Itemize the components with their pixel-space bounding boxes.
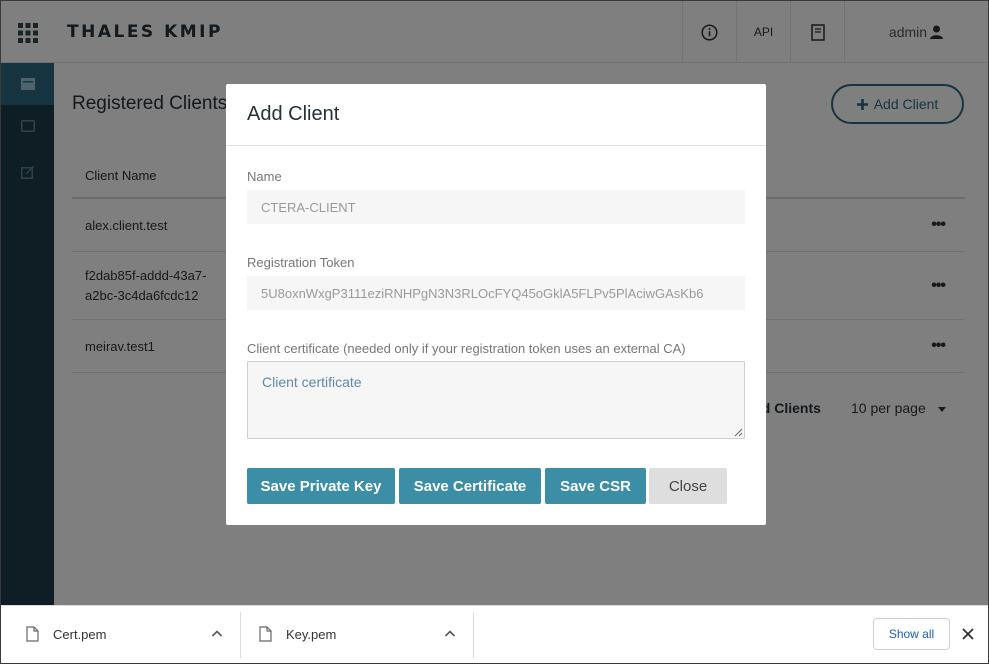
close-button[interactable]: Close [649,468,727,504]
resize-handle-icon[interactable] [734,428,743,437]
download-item-key[interactable]: Key.pem [241,606,473,664]
close-icon[interactable] [961,627,975,641]
download-divider [473,612,474,658]
save-certificate-button[interactable]: Save Certificate [399,468,541,504]
downloads-bar: Cert.pem Key.pem Show all [1,605,988,663]
download-file-name: Key.pem [286,627,337,642]
registration-token-field[interactable]: 5U8oxnWxgP3111eziRNHPgN3N3RLOcFYQ45oGklA… [247,276,745,310]
client-certificate-input[interactable] [247,361,745,439]
name-label: Name [247,169,282,184]
dialog-title: Add Client [247,103,340,125]
dialog-header: Add Client [226,84,766,146]
chevron-up-icon[interactable] [444,628,456,640]
show-all-button[interactable]: Show all [873,618,950,650]
save-csr-button[interactable]: Save CSR [545,468,646,504]
save-private-key-button[interactable]: Save Private Key [247,468,395,504]
registration-token-label: Registration Token [247,255,355,270]
download-item-cert[interactable]: Cert.pem [1,606,239,664]
file-icon [26,626,39,642]
chevron-up-icon[interactable] [211,628,223,640]
client-certificate-label: Client certificate (needed only if your … [247,341,686,356]
file-icon [259,626,272,642]
add-client-dialog: Add Client Name CTERA-CLIENT Registratio… [226,84,766,525]
download-file-name: Cert.pem [53,627,107,642]
name-field[interactable]: CTERA-CLIENT [247,190,745,224]
